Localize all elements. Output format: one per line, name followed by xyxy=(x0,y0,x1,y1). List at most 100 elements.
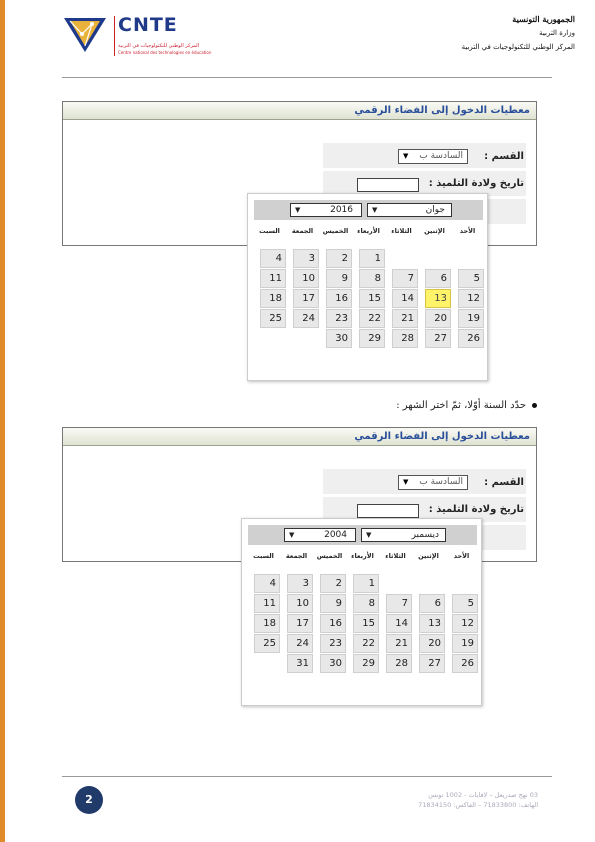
year-select[interactable]: 2016 ▼ xyxy=(290,203,362,217)
calendar-day[interactable]: 29 xyxy=(359,329,385,348)
calendar-day[interactable]: 18 xyxy=(260,289,286,308)
calendar-day[interactable]: 26 xyxy=(458,329,484,348)
weekday-label: الأربعاء xyxy=(351,552,374,560)
calendar-day[interactable]: 13 xyxy=(425,289,451,308)
month-select[interactable]: جوان ▼ xyxy=(367,203,452,217)
calendar-day[interactable]: 8 xyxy=(359,269,385,288)
calendar-day[interactable]: 10 xyxy=(293,269,319,288)
calendar-day[interactable]: 30 xyxy=(326,329,352,348)
calendar-day[interactable]: 2 xyxy=(320,574,346,593)
footer-divider xyxy=(62,776,552,777)
weekday-label: السبت xyxy=(259,227,280,235)
calendar-day[interactable]: 9 xyxy=(326,269,352,288)
dob-input[interactable] xyxy=(357,178,419,192)
calendar-day[interactable]: 20 xyxy=(425,309,451,328)
calendar-day[interactable]: 13 xyxy=(419,614,445,633)
date-picker-calendar-2: ديسمبر ▼ 2004 ▼ الأحد الإثنين الثلاثاء الأر… xyxy=(241,518,482,706)
calendar-day[interactable]: 1 xyxy=(359,249,385,268)
year-select[interactable]: 2004 ▼ xyxy=(284,528,356,542)
calendar-day[interactable]: 29 xyxy=(353,654,379,673)
ministry-name: وزارة التربية xyxy=(539,29,575,37)
calendar-day[interactable]: 19 xyxy=(452,634,478,653)
calendar-day[interactable]: 27 xyxy=(425,329,451,348)
dropdown-arrow-icon: ▼ xyxy=(403,478,409,486)
weekday-label: الإثنين xyxy=(418,552,439,560)
dob-input[interactable] xyxy=(357,504,419,518)
calendar-day[interactable]: 3 xyxy=(293,249,319,268)
calendar-day[interactable]: 21 xyxy=(392,309,418,328)
calendar-day[interactable]: 20 xyxy=(419,634,445,653)
class-select[interactable]: السادسة ب ▼ xyxy=(398,149,468,164)
calendar-header: ديسمبر ▼ 2004 ▼ xyxy=(248,525,477,545)
calendar-day[interactable]: 6 xyxy=(425,269,451,288)
weekday-label: الخميس xyxy=(316,552,343,560)
calendar-day[interactable]: 16 xyxy=(326,289,352,308)
calendar-day[interactable]: 30 xyxy=(320,654,346,673)
calendar-day[interactable]: 17 xyxy=(287,614,313,633)
calendar-day[interactable]: 12 xyxy=(458,289,484,308)
calendar-day[interactable]: 4 xyxy=(260,249,286,268)
page-header: CNTE المركز الوطني للتكنولوجيات في الترب… xyxy=(0,0,595,80)
logo-subtitle-fr: Centre national des technologies en éduc… xyxy=(118,50,212,55)
calendar-day[interactable]: 2 xyxy=(326,249,352,268)
calendar-day[interactable]: 22 xyxy=(353,634,379,653)
instruction-bullet: حدّد السنة أوّلا، ثمّ اختر الشهر : xyxy=(396,400,537,411)
calendar-day[interactable]: 7 xyxy=(386,594,412,613)
calendar-day[interactable]: 25 xyxy=(260,309,286,328)
dropdown-arrow-icon: ▼ xyxy=(295,206,301,214)
calendar-day[interactable]: 11 xyxy=(254,594,280,613)
calendar-day[interactable]: 26 xyxy=(452,654,478,673)
calendar-day[interactable]: 27 xyxy=(419,654,445,673)
calendar-day[interactable]: 22 xyxy=(359,309,385,328)
calendar-day[interactable]: 23 xyxy=(326,309,352,328)
calendar-day[interactable]: 6 xyxy=(419,594,445,613)
calendar-day[interactable]: 14 xyxy=(392,289,418,308)
calendar-header: جوان ▼ 2016 ▼ xyxy=(254,200,483,220)
calendar-day[interactable]: 10 xyxy=(287,594,313,613)
month-value: جوان xyxy=(425,205,445,215)
weekday-label: الأحد xyxy=(453,552,470,560)
date-picker-calendar-1: جوان ▼ 2016 ▼ الأحد الإثنين الثلاثاء الأربع… xyxy=(247,193,488,381)
footer-address-line: 03 نهج صدربعل – لافايات - 1002 تونس xyxy=(428,791,538,799)
calendar-day[interactable]: 31 xyxy=(287,654,313,673)
calendar-day[interactable]: 9 xyxy=(320,594,346,613)
calendar-day[interactable]: 24 xyxy=(293,309,319,328)
calendar-day[interactable]: 18 xyxy=(254,614,280,633)
calendar-day[interactable]: 19 xyxy=(458,309,484,328)
weekday-label: الجمعة xyxy=(285,552,308,560)
class-select[interactable]: السادسة ب ▼ xyxy=(398,475,468,490)
calendar-day[interactable]: 8 xyxy=(353,594,379,613)
calendar-day[interactable]: 15 xyxy=(353,614,379,633)
calendar-day[interactable]: 11 xyxy=(260,269,286,288)
calendar-day[interactable]: 5 xyxy=(458,269,484,288)
calendar-day[interactable]: 23 xyxy=(320,634,346,653)
calendar-day[interactable]: 28 xyxy=(392,329,418,348)
calendar-day[interactable]: 1 xyxy=(353,574,379,593)
footer-address: 03 نهج صدربعل – لافايات - 1002 تونس الها… xyxy=(373,790,538,810)
calendar-day[interactable]: 28 xyxy=(386,654,412,673)
calendar-day[interactable]: 14 xyxy=(386,614,412,633)
cnte-logo-icon xyxy=(64,18,106,52)
calendar-day[interactable]: 5 xyxy=(452,594,478,613)
weekday-label: الثلاثاء xyxy=(391,227,412,235)
calendar-day[interactable]: 24 xyxy=(287,634,313,653)
page-number: 2 xyxy=(75,786,103,814)
calendar-day[interactable]: 15 xyxy=(359,289,385,308)
calendar-day[interactable]: 7 xyxy=(392,269,418,288)
calendar-day[interactable]: 3 xyxy=(287,574,313,593)
weekday-header: الأحد الإثنين الثلاثاء الأربعاء الخميس الجمعة… xyxy=(248,552,477,564)
calendar-day[interactable]: 21 xyxy=(386,634,412,653)
cnte-logo: CNTE المركز الوطني للتكنولوجيات في الترب… xyxy=(62,12,222,64)
class-label: القسم : xyxy=(484,151,524,162)
month-select[interactable]: ديسمبر ▼ xyxy=(361,528,446,542)
republic-name: الجمهورية التونسية xyxy=(512,14,575,24)
header-institution: الجمهورية التونسية وزارة التربية المركز … xyxy=(462,12,575,54)
calendar-day[interactable]: 16 xyxy=(320,614,346,633)
weekday-label: الثلاثاء xyxy=(385,552,406,560)
calendar-day[interactable]: 12 xyxy=(452,614,478,633)
instruction-text: حدّد السنة أوّلا، ثمّ اختر الشهر : xyxy=(396,400,526,411)
calendar-day[interactable]: 17 xyxy=(293,289,319,308)
calendar-day[interactable]: 4 xyxy=(254,574,280,593)
weekday-label: الأحد xyxy=(459,227,476,235)
calendar-day[interactable]: 25 xyxy=(254,634,280,653)
